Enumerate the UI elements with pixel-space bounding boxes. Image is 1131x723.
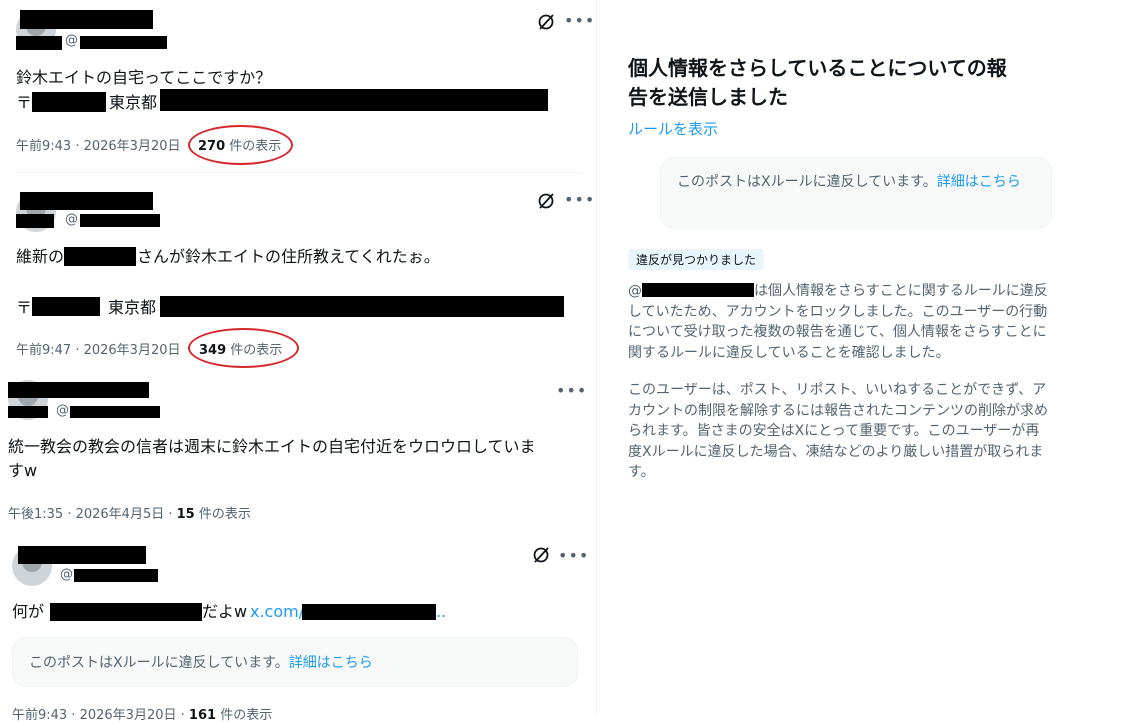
para1-line-2: していたため、アカウントをロックしました。このユーザーの行動: [628, 303, 1048, 320]
post-text-line1: 統一教会の教会の信者は週末に鈴木エイトの自宅付近をウロウロしていま: [8, 437, 536, 456]
views-number: 15: [176, 507, 195, 522]
more-icon[interactable]: •••: [558, 546, 589, 565]
more-icon[interactable]: •••: [564, 190, 595, 209]
violation-notice: このポストはXルールに違反しています。詳細はこちら: [660, 157, 1052, 229]
views-label[interactable]: 件の表示: [220, 708, 272, 723]
para2-line-4: 度Xルールに違反した場合、凍結などのより厳しい措置が取られま: [628, 443, 1044, 460]
violation-notice: このポストはXルールに違反しています。詳細はこちら: [12, 637, 578, 687]
post-meta: 午前9:47 · 2026年3月20日: [16, 339, 181, 358]
notice-details-link[interactable]: 詳細はこちら: [289, 655, 373, 671]
postal-mark: 〒: [16, 93, 33, 112]
handle: @: [65, 212, 78, 227]
title-line-2: 告を送信しました: [628, 85, 788, 109]
text-redaction: [50, 603, 202, 621]
post-link[interactable]: x.com/: [250, 600, 304, 624]
report-title: 個人情報をさらしていることについての報 告を送信しました: [628, 54, 1007, 112]
highlight-circle: [188, 328, 299, 368]
more-icon[interactable]: •••: [556, 381, 587, 400]
views-number: 161: [188, 708, 217, 723]
name-redaction: [8, 406, 48, 418]
handle-redaction: [80, 214, 160, 227]
para2-line-3: られます。皆さまの安全はXにとって重要です。このユーザーが再: [628, 423, 1040, 439]
timestamp[interactable]: 午前9:43 · 2026年3月20日 ·: [12, 708, 185, 723]
handle: @: [65, 33, 78, 48]
address-prefix: 東京都: [109, 93, 158, 112]
para1-line-4: 関するルールに違反していることを確認しました。: [628, 344, 950, 361]
timestamp[interactable]: 午前9:47 · 2026年3月20日: [16, 343, 181, 358]
para1-text: は個人情報をさらすことに関するルールに違反: [754, 283, 1048, 299]
para1-line-3: について受け取った複数の報告を通じて、個人情報をさらすことに: [628, 324, 1047, 340]
post-text-prefix: 何が: [12, 602, 45, 621]
para2-line-1: このユーザーは、ポスト、リポスト、いいねすることができず、ア: [628, 382, 1047, 398]
handle-at: @: [628, 283, 642, 299]
grok-icon[interactable]: [532, 546, 550, 564]
handle-redaction: [74, 569, 158, 582]
para1-line-1: @ は個人情報をさらすことに関するルールに違反: [628, 281, 1088, 302]
post-meta: 午後1:35 · 2026年4月5日 · 15 件の表示: [8, 503, 251, 522]
handle-redaction: [80, 36, 167, 49]
highlight-circle: [188, 125, 293, 165]
violation-badge: 違反が見つかりました: [628, 249, 765, 270]
handle: @: [56, 403, 69, 418]
display-name-redaction: [20, 10, 153, 29]
name-redaction: [16, 36, 62, 50]
post-text-line2: すw: [8, 461, 38, 480]
column-divider: [596, 0, 597, 715]
view-rules-link[interactable]: ルールを表示: [628, 118, 718, 139]
display-name-redaction: [18, 546, 146, 564]
more-icon[interactable]: •••: [564, 11, 595, 30]
post-text-prefix: 維新の: [16, 247, 65, 266]
handle: @: [60, 567, 73, 582]
post-text-mid: だよw: [202, 602, 248, 621]
post-meta: 午前9:43 · 2026年3月20日: [16, 135, 181, 154]
timestamp[interactable]: 午後1:35 · 2026年4月5日 ·: [8, 507, 172, 522]
postal-redaction: [32, 92, 106, 112]
divider: [16, 172, 582, 173]
display-name-redaction: [20, 192, 153, 210]
address-redaction: [160, 89, 548, 111]
para2-line-2: カウントの制限を解除するには報告されたコンテンツの削除が求め: [628, 402, 1048, 419]
grok-icon[interactable]: [537, 192, 555, 210]
address-redaction: [160, 296, 564, 317]
notice-text: このポストはXルールに違反しています。: [677, 174, 937, 190]
display-name-redaction: [8, 382, 149, 398]
name-mention-redaction: [64, 247, 136, 266]
notice-text: このポストはXルールに違反しています。: [29, 655, 289, 671]
handle-redaction: [642, 283, 754, 297]
postal-mark: 〒: [16, 298, 33, 317]
grok-icon[interactable]: [537, 13, 555, 31]
post-text-line2: 〒: [16, 91, 32, 115]
para2-line-5: す。: [628, 464, 655, 480]
report-paragraph-1: @ は個人情報をさらすことに関するルールに違反 していたため、アカウントをロックし…: [628, 281, 1088, 363]
post-text-line1: 鈴木エイトの自宅ってここですか？: [16, 68, 272, 87]
notice-details-link[interactable]: 詳細はこちら: [937, 174, 1021, 190]
post-link-end[interactable]: ..: [436, 600, 446, 624]
timestamp[interactable]: 午前9:43 · 2026年3月20日: [16, 139, 181, 154]
post-meta: 午前9:43 · 2026年3月20日 · 161 件の表示: [12, 704, 272, 723]
handle-redaction: [70, 406, 160, 418]
report-paragraph-2: このユーザーは、ポスト、リポスト、いいねすることができず、ア カウントの制限を解…: [628, 380, 1088, 483]
title-line-1: 個人情報をさらしていることについての報: [628, 56, 1007, 80]
link-redaction: [302, 604, 436, 620]
address-prefix: 東京都: [108, 298, 157, 317]
postal-redaction: [32, 297, 100, 316]
name-redaction: [16, 214, 54, 228]
post-text-suffix: さんが鈴木エイトの住所教えてくれたぉ。: [137, 247, 440, 266]
views-label[interactable]: 件の表示: [199, 507, 251, 522]
